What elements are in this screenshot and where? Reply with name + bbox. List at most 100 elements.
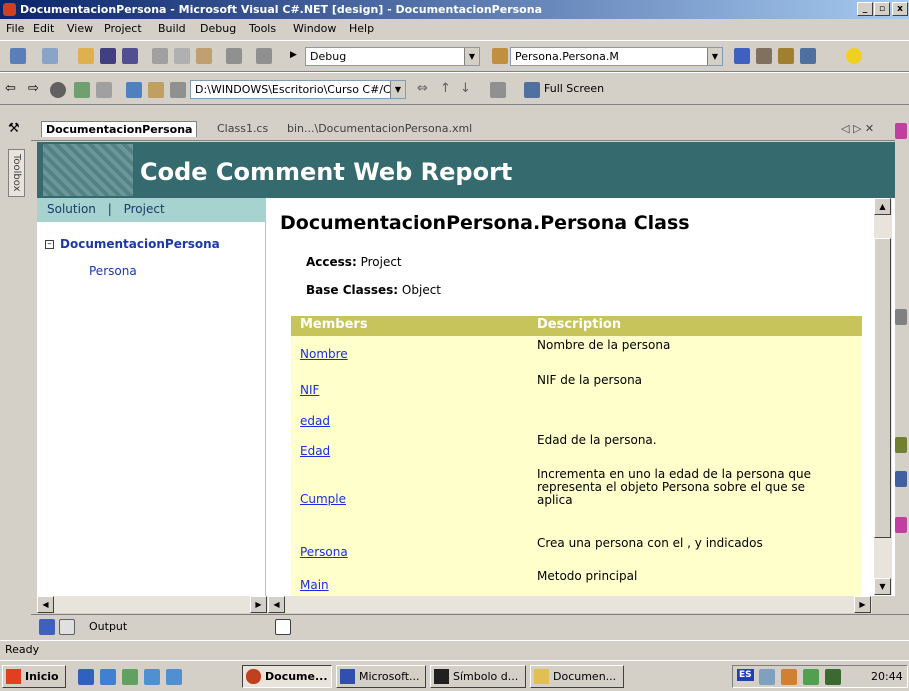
menu-project[interactable]: Project bbox=[104, 22, 142, 35]
internet-explorer-icon[interactable] bbox=[78, 669, 94, 685]
member-link-edad[interactable]: Edad bbox=[300, 444, 330, 458]
nav-solution-link[interactable]: Solution bbox=[47, 202, 96, 216]
close-button[interactable]: x bbox=[892, 2, 908, 16]
paste-icon[interactable] bbox=[196, 48, 212, 64]
solution-explorer-icon[interactable] bbox=[734, 48, 750, 64]
clock[interactable]: 20:44 bbox=[871, 670, 903, 683]
add-item-icon[interactable] bbox=[42, 48, 58, 64]
url-combo[interactable]: D:\WINDOWS\Escritorio\Curso C#/Códigos ▼ bbox=[190, 80, 406, 99]
configuration-combo[interactable]: Debug ▼ bbox=[305, 47, 480, 66]
menu-window[interactable]: Window bbox=[293, 22, 336, 35]
taskbar-item-folder[interactable]: Documen... bbox=[530, 665, 624, 688]
up-arrow-icon[interactable]: ↑ bbox=[440, 81, 451, 96]
back-icon[interactable]: ⇦ bbox=[5, 81, 16, 96]
save-all-icon[interactable] bbox=[122, 48, 138, 64]
scrollbar-thumb[interactable] bbox=[874, 238, 891, 538]
menu-view[interactable]: View bbox=[67, 22, 93, 35]
nav-project-link[interactable]: Project bbox=[124, 202, 165, 216]
new-project-icon[interactable] bbox=[10, 48, 26, 64]
minimize-button[interactable]: _ bbox=[857, 2, 873, 16]
scroll-down-icon[interactable]: ▼ bbox=[874, 578, 891, 595]
outlook-icon[interactable] bbox=[100, 669, 116, 685]
resource-view-dock-icon[interactable] bbox=[895, 517, 907, 533]
scroll-left-icon[interactable]: ◀ bbox=[37, 596, 54, 613]
tree-icon[interactable] bbox=[170, 82, 186, 98]
down-arrow-icon[interactable]: ↓ bbox=[460, 81, 471, 96]
cut-icon[interactable] bbox=[152, 48, 168, 64]
scroll-right-icon[interactable]: ▶ bbox=[250, 596, 267, 613]
chevron-down-icon[interactable]: ▼ bbox=[707, 48, 722, 65]
font-size-icon[interactable] bbox=[490, 82, 506, 98]
scroll-right-icon[interactable]: ▶ bbox=[854, 596, 871, 613]
checkbox-icon[interactable] bbox=[275, 619, 291, 635]
quicklaunch-icon[interactable] bbox=[166, 669, 182, 685]
open-folder-icon[interactable] bbox=[78, 48, 94, 64]
desktop-icon[interactable] bbox=[122, 669, 138, 685]
full-screen-label[interactable]: Full Screen bbox=[544, 82, 604, 95]
properties-dock-icon[interactable] bbox=[895, 309, 907, 325]
taskbar-item-vs[interactable]: Docume... bbox=[242, 665, 332, 688]
solution-explorer-dock-icon[interactable] bbox=[895, 123, 907, 139]
output-icon[interactable] bbox=[59, 619, 75, 635]
sync-icon[interactable]: ⇔ bbox=[417, 81, 428, 96]
search-web-icon[interactable] bbox=[126, 82, 142, 98]
copy-icon[interactable] bbox=[174, 48, 190, 64]
save-icon[interactable] bbox=[100, 48, 116, 64]
menu-edit[interactable]: Edit bbox=[33, 22, 54, 35]
taskbar-item-word[interactable]: Microsoft... bbox=[336, 665, 426, 688]
tab-documentacion-persona[interactable]: DocumentacionPersona bbox=[41, 121, 198, 137]
tab-xml[interactable]: bin...\DocumentacionPersona.xml bbox=[287, 122, 472, 135]
task-list-icon[interactable] bbox=[39, 619, 55, 635]
full-screen-icon[interactable] bbox=[524, 82, 540, 98]
favorites-icon[interactable] bbox=[148, 82, 164, 98]
tab-class1[interactable]: Class1.cs bbox=[217, 122, 268, 135]
tray-app-icon[interactable] bbox=[825, 669, 841, 685]
tray-app-icon[interactable] bbox=[803, 669, 819, 685]
tab-controls[interactable]: ◁ ▷ ✕ bbox=[841, 122, 874, 135]
find-icon[interactable] bbox=[492, 48, 508, 64]
window-title-bar[interactable]: DocumentacionPersona - Microsoft Visual … bbox=[0, 0, 909, 19]
language-indicator[interactable]: ES bbox=[737, 669, 754, 681]
taskbar-item-cmd[interactable]: Símbolo d... bbox=[430, 665, 526, 688]
member-link-nombre[interactable]: Nombre bbox=[300, 347, 348, 361]
menu-help[interactable]: Help bbox=[349, 22, 374, 35]
class-view-dock-icon[interactable] bbox=[895, 437, 907, 453]
menu-tools[interactable]: Tools bbox=[249, 22, 276, 35]
redo-icon[interactable] bbox=[256, 48, 272, 64]
stop-icon[interactable] bbox=[50, 82, 66, 98]
dynamic-help-dock-icon[interactable] bbox=[895, 471, 907, 487]
menu-build[interactable]: Build bbox=[158, 22, 186, 35]
forward-icon[interactable]: ⇨ bbox=[28, 81, 39, 96]
vertical-scrollbar[interactable]: ▲ ▼ bbox=[874, 198, 892, 595]
menu-debug[interactable]: Debug bbox=[200, 22, 236, 35]
member-link-persona[interactable]: Persona bbox=[300, 545, 348, 559]
menu-file[interactable]: File bbox=[6, 22, 24, 35]
properties-icon[interactable] bbox=[756, 48, 772, 64]
volume-icon[interactable] bbox=[759, 669, 775, 685]
nav-horizontal-scrollbar[interactable]: ◀ ▶ bbox=[37, 596, 268, 613]
output-tab[interactable]: Output bbox=[89, 620, 127, 633]
toolbox-icon[interactable]: ⚒ bbox=[8, 121, 20, 136]
member-link-main[interactable]: Main bbox=[300, 578, 329, 592]
start-icon[interactable]: ▶ bbox=[290, 50, 297, 60]
undo-icon[interactable] bbox=[226, 48, 242, 64]
tree-root-item[interactable]: – DocumentacionPersona bbox=[45, 237, 220, 251]
refresh-icon[interactable] bbox=[74, 82, 90, 98]
smiley-icon[interactable] bbox=[846, 48, 862, 64]
toolbox-tab[interactable]: Toolbox bbox=[8, 149, 25, 197]
chevron-down-icon[interactable]: ▼ bbox=[464, 48, 479, 65]
maximize-button[interactable]: ▫ bbox=[874, 2, 890, 16]
member-link-edad-field[interactable]: edad bbox=[300, 414, 330, 428]
chevron-down-icon[interactable]: ▼ bbox=[390, 81, 405, 98]
toolbox-icon[interactable] bbox=[778, 48, 794, 64]
class-view-icon[interactable] bbox=[800, 48, 816, 64]
member-link-cumple[interactable]: Cumple bbox=[300, 492, 346, 506]
collapse-icon[interactable]: – bbox=[45, 240, 54, 249]
scroll-left-icon[interactable]: ◀ bbox=[268, 596, 285, 613]
start-button[interactable]: Inicio bbox=[2, 665, 66, 688]
quicklaunch-icon[interactable] bbox=[144, 669, 160, 685]
home-icon[interactable] bbox=[96, 82, 112, 98]
content-horizontal-scrollbar[interactable]: ◀ ▶ bbox=[268, 596, 872, 613]
find-combo[interactable]: Persona.Persona.M ▼ bbox=[510, 47, 723, 66]
tree-item-persona[interactable]: Persona bbox=[89, 264, 137, 278]
